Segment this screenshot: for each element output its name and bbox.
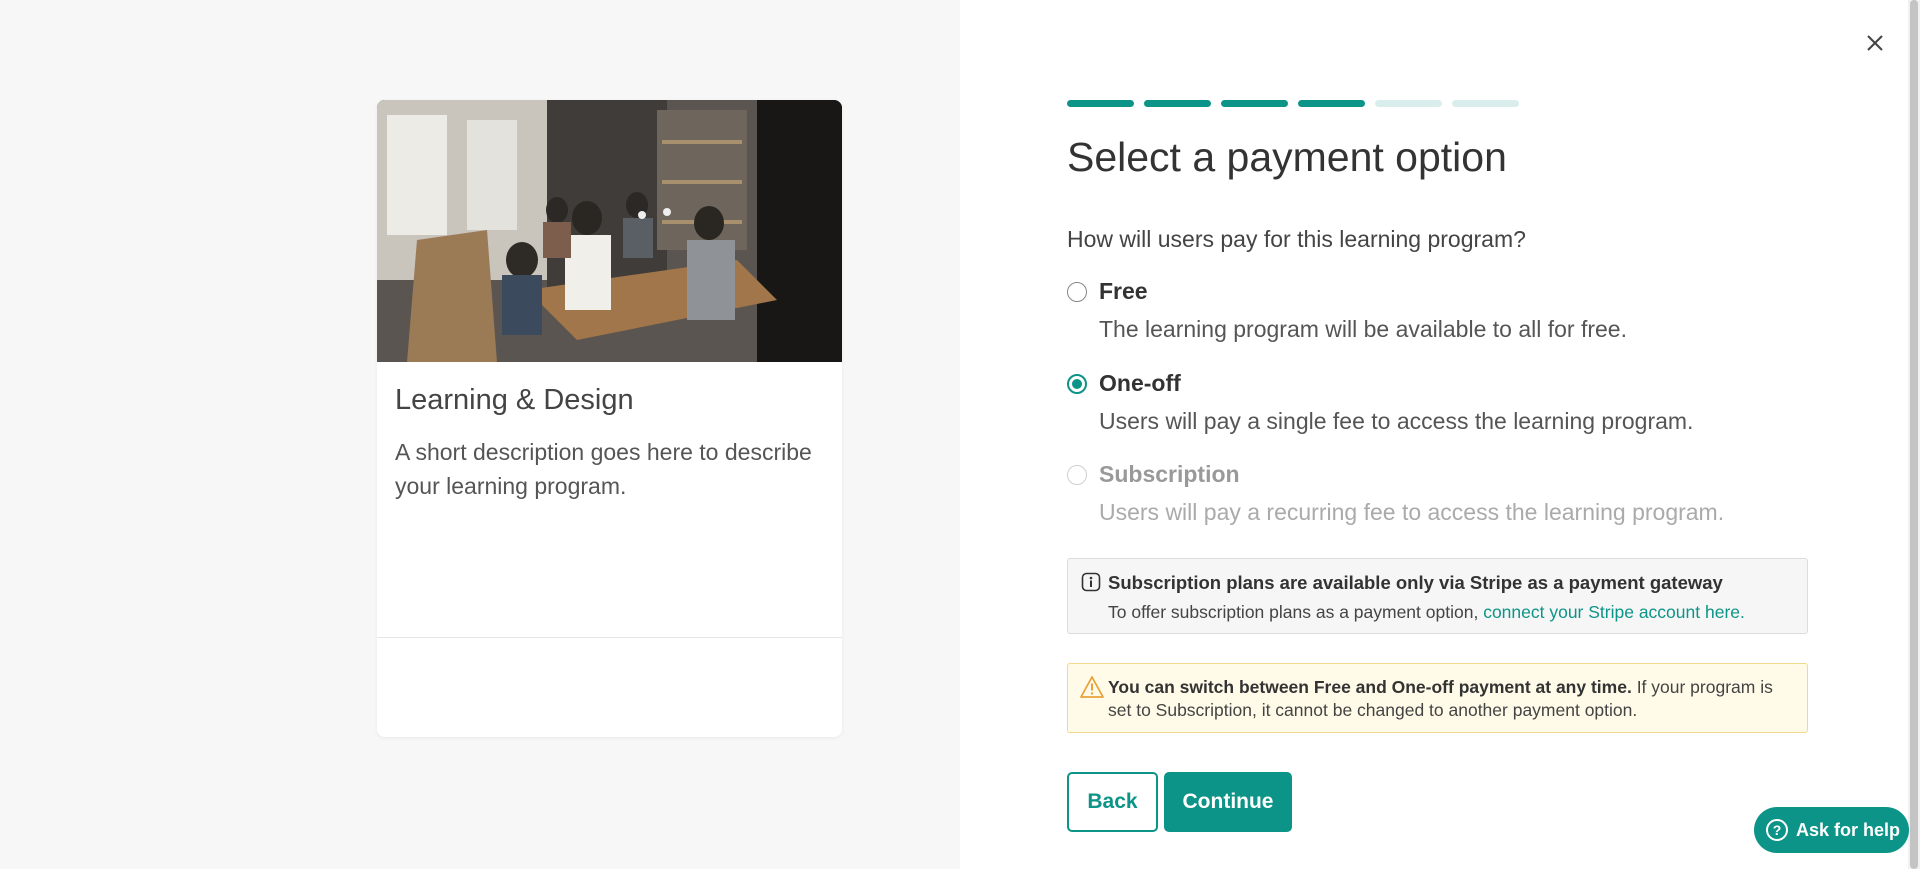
step-6 <box>1452 100 1519 107</box>
payment-question: How will users pay for this learning pro… <box>1067 226 1526 252</box>
back-button[interactable]: Back <box>1067 772 1158 832</box>
program-preview-card: Learning & Design A short description go… <box>377 100 842 737</box>
warning-strong-text: You can switch between Free and One-off … <box>1108 677 1632 697</box>
radio-one-off[interactable] <box>1067 374 1087 394</box>
info-title: Subscription plans are available only vi… <box>1108 572 1723 593</box>
page-title: Select a payment option <box>1067 134 1507 180</box>
info-icon <box>1081 572 1101 592</box>
payment-warning-notice: You can switch between Free and One-off … <box>1067 663 1808 733</box>
option-subscription-label: Subscription <box>1099 461 1240 487</box>
card-footer <box>377 637 842 737</box>
help-label: Ask for help <box>1796 819 1901 840</box>
warning-icon <box>1080 676 1104 698</box>
option-subscription-description: Users will pay a recurring fee to access… <box>1099 499 1725 525</box>
info-text-body: To offer subscription plans as a payment… <box>1108 602 1479 622</box>
card-body: Learning & Design A short description go… <box>377 362 842 637</box>
step-4 <box>1298 100 1365 107</box>
program-cover-image <box>377 100 842 362</box>
continue-button[interactable]: Continue <box>1164 772 1292 832</box>
stripe-info-notice: Subscription plans are available only vi… <box>1067 558 1808 634</box>
option-free[interactable]: Free The learning program will be availa… <box>1067 278 1767 342</box>
connect-stripe-link[interactable]: connect your Stripe account here. <box>1483 602 1745 622</box>
ask-for-help-button[interactable]: ? Ask for help <box>1754 807 1909 853</box>
program-description: A short description goes here to describ… <box>395 439 812 499</box>
step-1 <box>1067 100 1134 107</box>
option-free-description: The learning program will be available t… <box>1099 316 1627 342</box>
info-text: To offer subscription plans as a payment… <box>1108 602 1745 623</box>
radio-subscription <box>1067 465 1087 485</box>
preview-pane: Learning & Design A short description go… <box>0 0 960 869</box>
step-2 <box>1144 100 1211 107</box>
warning-text: You can switch between Free and One-off … <box>1108 676 1798 722</box>
option-one-off-description: Users will pay a single fee to access th… <box>1099 408 1694 434</box>
step-3 <box>1221 100 1288 107</box>
option-one-off-label: One-off <box>1099 370 1181 396</box>
option-one-off[interactable]: One-off Users will pay a single fee to a… <box>1067 370 1767 434</box>
scrollbar-thumb[interactable] <box>1910 0 1918 869</box>
close-button[interactable] <box>1862 30 1888 56</box>
close-icon <box>1867 35 1883 51</box>
radio-free[interactable] <box>1067 282 1087 302</box>
option-subscription: Subscription Users will pay a recurring … <box>1067 461 1767 525</box>
help-icon: ? <box>1766 819 1788 841</box>
option-free-label: Free <box>1099 278 1148 304</box>
step-5 <box>1375 100 1442 107</box>
progress-stepper <box>1067 100 1519 107</box>
program-title: Learning & Design <box>395 384 634 416</box>
